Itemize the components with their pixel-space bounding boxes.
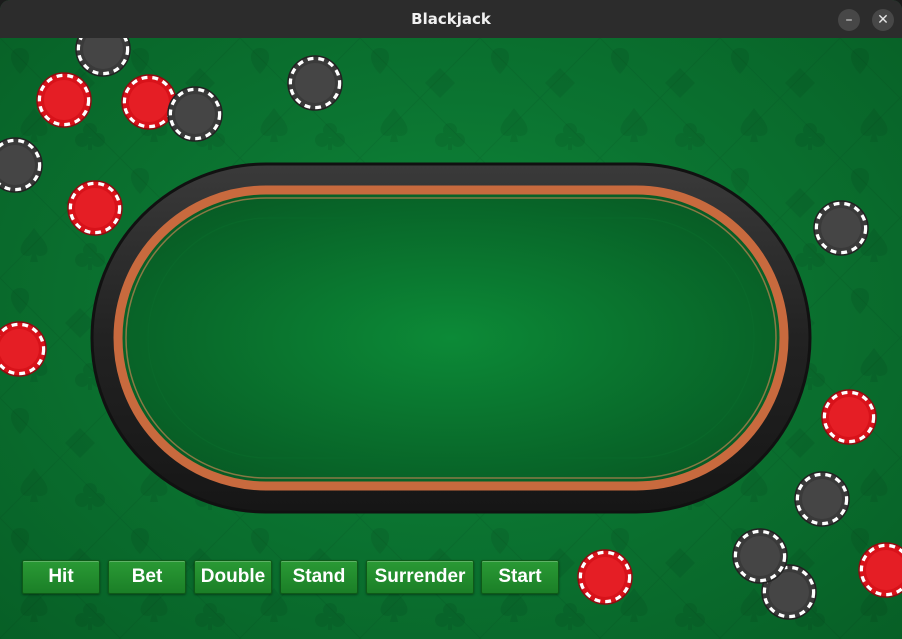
black-poker-chip-icon <box>0 136 44 194</box>
bet-button[interactable]: Bet <box>108 560 186 594</box>
window-title: Blackjack <box>411 10 491 28</box>
close-icon[interactable]: ✕ <box>872 9 894 31</box>
stand-button[interactable]: Stand <box>280 560 358 594</box>
black-poker-chip-icon <box>166 85 224 143</box>
game-felt: Hit Bet Double Stand Surrender Start <box>0 38 902 639</box>
hit-button[interactable]: Hit <box>22 560 100 594</box>
surrender-button[interactable]: Surrender <box>366 560 474 594</box>
black-poker-chip-icon <box>286 54 344 112</box>
red-poker-chip-icon <box>857 541 902 599</box>
black-poker-chip-icon <box>793 470 851 528</box>
black-poker-chip-icon <box>731 527 789 585</box>
red-poker-chip-icon <box>0 320 48 378</box>
double-button[interactable]: Double <box>194 560 272 594</box>
blackjack-window: Blackjack – ✕ Hit Bet Double Stand Surre… <box>0 0 902 639</box>
minimize-icon[interactable]: – <box>838 9 860 31</box>
title-bar[interactable]: Blackjack – ✕ <box>0 0 902 39</box>
start-button[interactable]: Start <box>481 560 559 594</box>
poker-table <box>90 162 812 514</box>
red-poker-chip-icon <box>820 388 878 446</box>
red-poker-chip-icon <box>66 179 124 237</box>
red-poker-chip-icon <box>576 548 634 606</box>
red-poker-chip-icon <box>35 71 93 129</box>
black-poker-chip-icon <box>812 199 870 257</box>
